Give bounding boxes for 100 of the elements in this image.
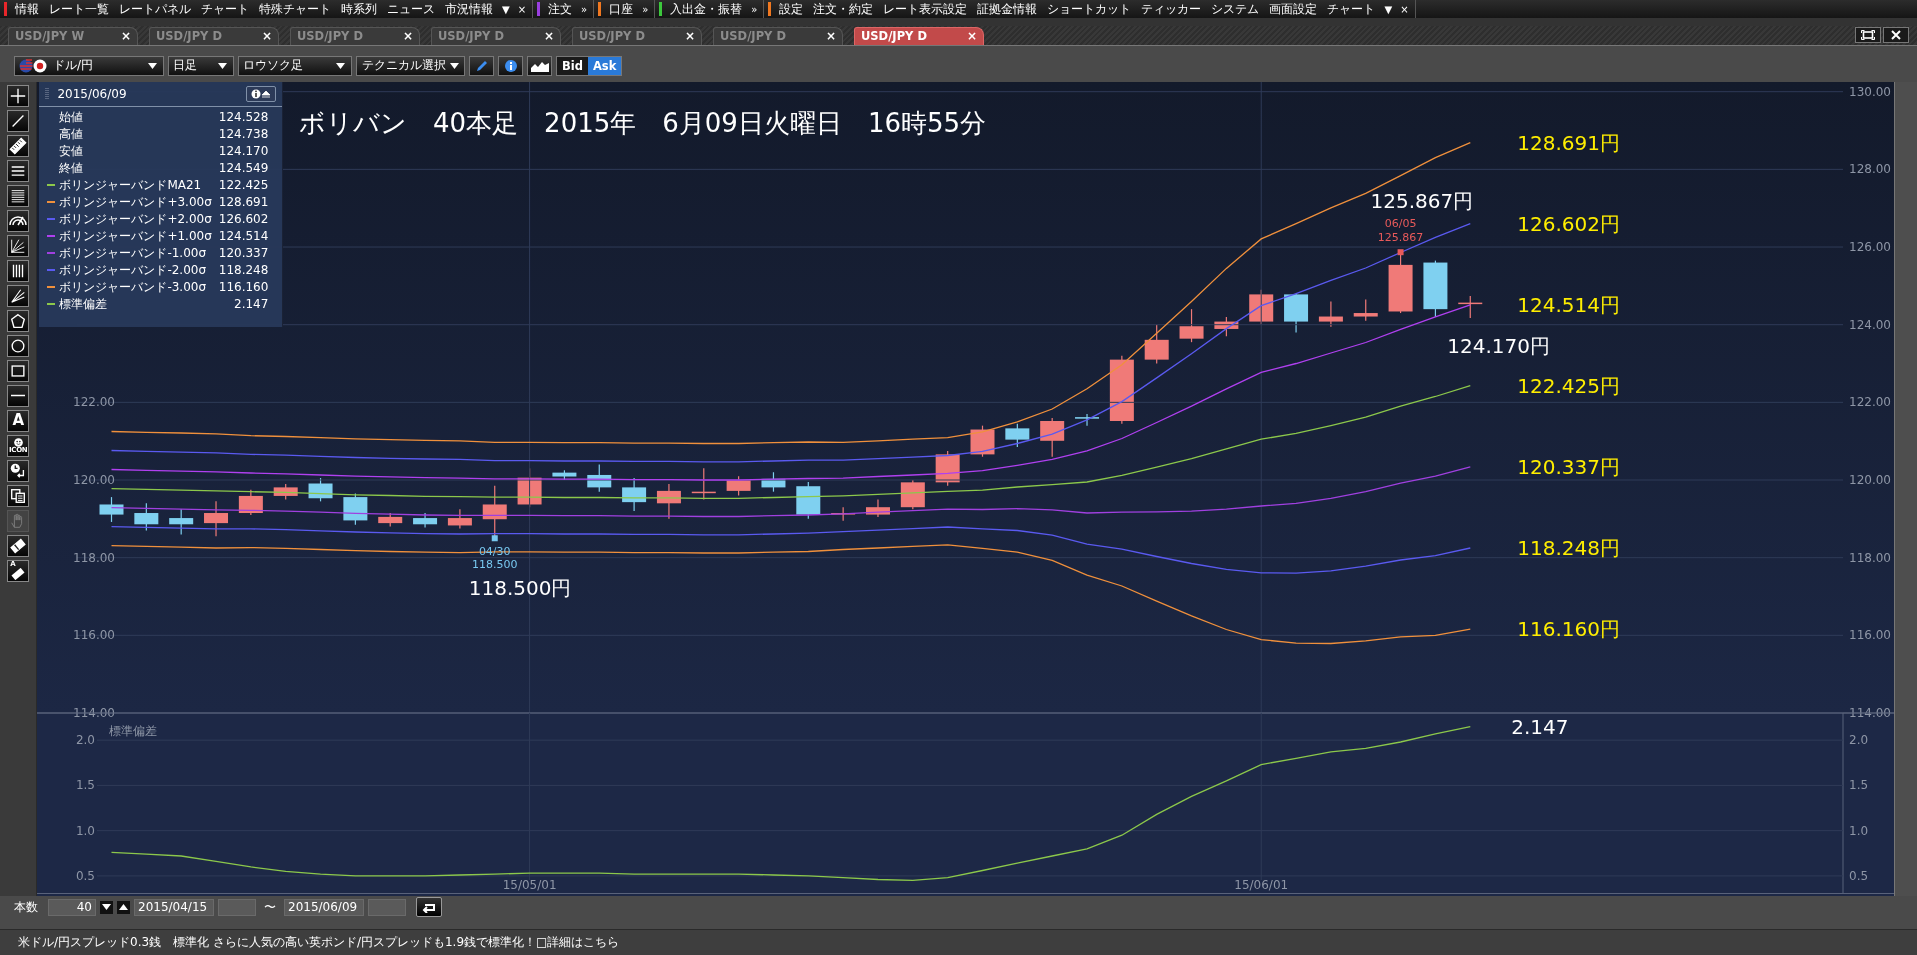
menu-item[interactable]: 口座: [604, 1, 639, 17]
start-date-field[interactable]: 2015/04/15: [134, 898, 214, 916]
menu-item[interactable]: 情報: [10, 1, 44, 17]
candlestick: [1179, 308, 1204, 343]
maximize-button[interactable]: [1855, 26, 1881, 43]
legend-value: 124.738: [218, 127, 269, 141]
drawing-tool-button[interactable]: [7, 159, 30, 182]
tab-close-button[interactable]: ×: [823, 29, 838, 44]
menu-item[interactable]: レート一覧: [44, 1, 114, 17]
menu-item[interactable]: 特殊チャート: [254, 1, 336, 17]
chart-tab[interactable]: USD/JPY D ×: [713, 26, 843, 45]
timeframe-dropdown[interactable]: 日足: [168, 55, 234, 76]
tab-close-button[interactable]: ×: [118, 29, 133, 44]
menu-control[interactable]: »: [747, 3, 762, 15]
drawing-tool-button[interactable]: [7, 484, 30, 507]
start-time-field[interactable]: [218, 898, 256, 916]
panel-toggle-button[interactable]: [246, 85, 277, 102]
value-label: 116.160円: [1517, 616, 1621, 641]
candlestick: [1458, 294, 1483, 319]
range-separator: 〜: [263, 898, 277, 916]
drawing-tool-button[interactable]: [7, 209, 30, 232]
menu-item[interactable]: ショートカット: [1042, 1, 1137, 17]
axis-label: 15/05/01: [503, 877, 557, 892]
menu-item[interactable]: 画面設定: [1264, 1, 1323, 17]
ruler-icon: [9, 136, 28, 155]
menu-item[interactable]: レートパネル: [114, 1, 196, 17]
menu-item[interactable]: 入出金・振替: [665, 1, 748, 17]
axis-label: 116.00: [1849, 627, 1892, 642]
drawing-tool-button[interactable]: A: [7, 409, 30, 432]
axis-label: 118.00: [1849, 550, 1892, 565]
increase-button[interactable]: [117, 900, 130, 914]
smiley-icon: [13, 437, 23, 447]
axis-label: 2.0: [76, 732, 96, 747]
menu-control[interactable]: »: [638, 3, 653, 15]
drawing-tool-button[interactable]: [7, 184, 30, 207]
menu-control[interactable]: »: [577, 3, 592, 15]
end-time-field[interactable]: [368, 898, 406, 916]
legend-value: 118.248: [218, 263, 269, 277]
menu-control[interactable]: ▼: [1380, 3, 1397, 15]
tab-close-button[interactable]: ×: [259, 29, 274, 44]
info-button[interactable]: [498, 55, 523, 76]
draw-button[interactable]: [469, 55, 494, 76]
chart-tab[interactable]: USD/JPY D ×: [854, 26, 984, 45]
decrease-button[interactable]: [100, 900, 113, 914]
eraser-icon: [11, 568, 26, 580]
close-button[interactable]: [1883, 26, 1909, 43]
drawing-tool-button[interactable]: [7, 359, 30, 382]
drawing-tool-button[interactable]: [7, 84, 30, 107]
candlestick: [99, 496, 124, 523]
chart-tab[interactable]: USD/JPY D ×: [431, 26, 561, 45]
apply-button[interactable]: [416, 897, 442, 918]
menu-control[interactable]: ▼: [498, 3, 514, 15]
ticker-text[interactable]: 米ドル/円スプレッド0.3銭 標準化 さらに人気の高い英ポンド/円スプレッドも1.9銭で標準化！□詳細はこちら: [18, 934, 620, 952]
menu-item[interactable]: 市況情報: [440, 1, 498, 17]
menu-item[interactable]: 証拠金情報: [972, 1, 1043, 17]
menu-item[interactable]: チャート: [196, 1, 254, 17]
axis-label: 118.00: [73, 550, 116, 565]
drawing-tool-button[interactable]: [7, 309, 30, 332]
menu-item[interactable]: チャート: [1322, 1, 1381, 17]
drawing-tool-button[interactable]: [7, 234, 30, 257]
menu-control[interactable]: ×: [513, 3, 531, 15]
end-date-field[interactable]: 2015/06/09: [284, 898, 364, 916]
chart-tab[interactable]: USD/JPY D ×: [149, 26, 279, 45]
area-chart-button[interactable]: [527, 55, 552, 76]
drawing-tool-button[interactable]: [7, 384, 30, 407]
chart-type-dropdown[interactable]: ロウソク足: [238, 55, 352, 76]
caret-icon: [148, 62, 157, 69]
chart-tab[interactable]: USD/JPY W ×: [8, 26, 138, 45]
drawing-tool-button[interactable]: [7, 109, 30, 132]
tab-close-button[interactable]: ×: [682, 29, 697, 44]
candlestick: [239, 488, 264, 516]
menu-item[interactable]: ティッカー: [1136, 1, 1207, 17]
menu-item[interactable]: 設定: [774, 1, 809, 17]
drawing-tool-button[interactable]: [7, 259, 30, 282]
technical-select-button[interactable]: テクニカル選択: [356, 55, 465, 76]
chart-tab[interactable]: USD/JPY D ×: [572, 26, 702, 45]
menu-item[interactable]: システム: [1206, 1, 1265, 17]
tab-close-button[interactable]: ×: [400, 29, 415, 44]
price-toggle-button[interactable]: Ask: [587, 56, 622, 75]
tab-close-button[interactable]: ×: [964, 29, 979, 44]
legend-label: ボリンジャーバンドMA21: [59, 176, 203, 194]
drawing-tool-button[interactable]: [7, 334, 30, 357]
drawing-tool-button[interactable]: [7, 284, 30, 307]
chart-tab[interactable]: USD/JPY D ×: [290, 26, 420, 45]
menu-item[interactable]: 注文・約定: [808, 1, 879, 17]
axis-label: 1.5: [76, 777, 96, 792]
drawing-tool-button[interactable]: [7, 134, 30, 157]
drawing-tool-button[interactable]: [7, 534, 30, 557]
candlestick: [761, 471, 786, 492]
currency-pair-dropdown[interactable]: ドル/円: [14, 55, 164, 76]
menu-item[interactable]: 注文: [543, 1, 578, 17]
menu-item[interactable]: ニュース: [382, 1, 440, 17]
candlestick: [552, 469, 577, 481]
count-field[interactable]: 40: [48, 898, 96, 916]
tab-close-button[interactable]: ×: [541, 29, 556, 44]
menu-control[interactable]: ×: [1396, 3, 1413, 15]
drawing-tool-button[interactable]: [7, 459, 30, 482]
price-toggle-button[interactable]: Bid: [557, 56, 588, 75]
menu-item[interactable]: レート表示設定: [878, 1, 973, 17]
menu-item[interactable]: 時系列: [336, 1, 382, 17]
